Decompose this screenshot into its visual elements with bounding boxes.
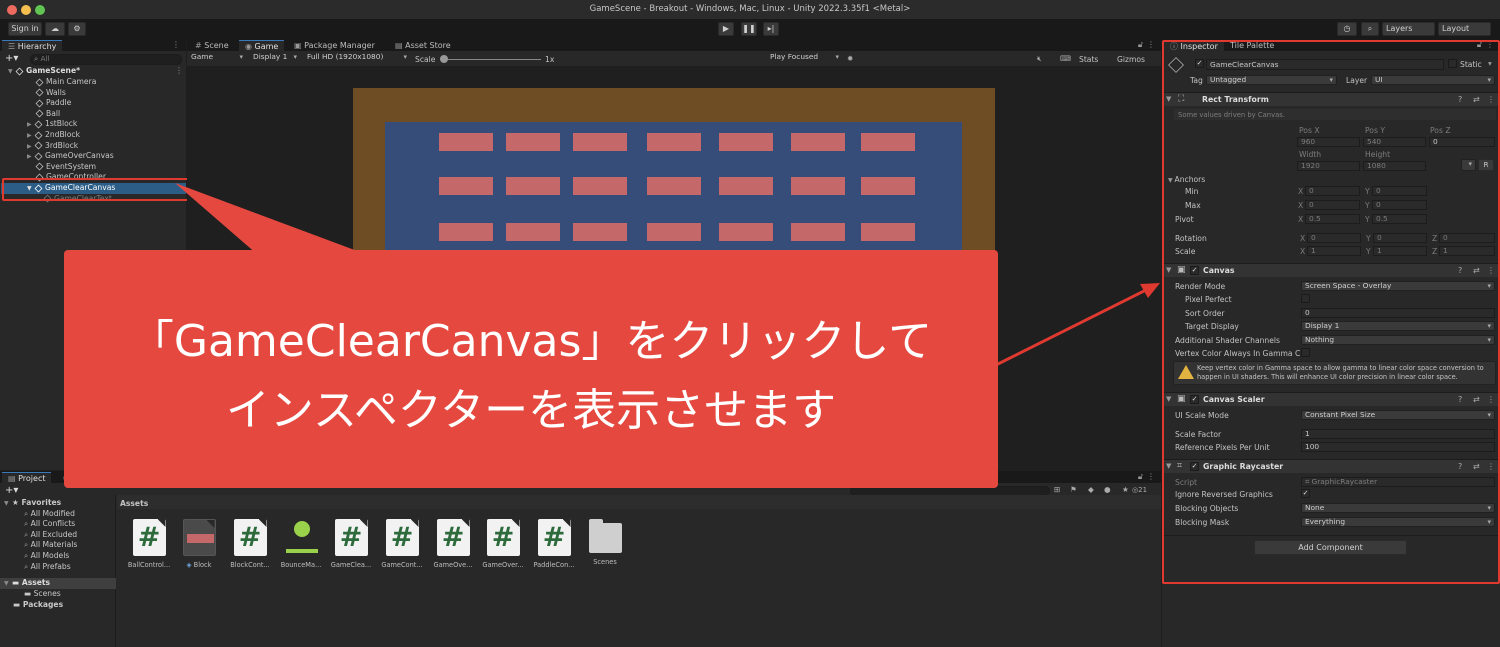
callout-pointer-tail	[175, 183, 368, 255]
callout-text-line1: 「GameClearCanvas」をクリックして	[129, 316, 933, 367]
arrow-line	[989, 286, 1151, 370]
callout-box: 「GameClearCanvas」をクリックして インスペクターを表示させます	[64, 250, 998, 488]
callout-text-line2: インスペクターを表示させます	[225, 385, 837, 436]
